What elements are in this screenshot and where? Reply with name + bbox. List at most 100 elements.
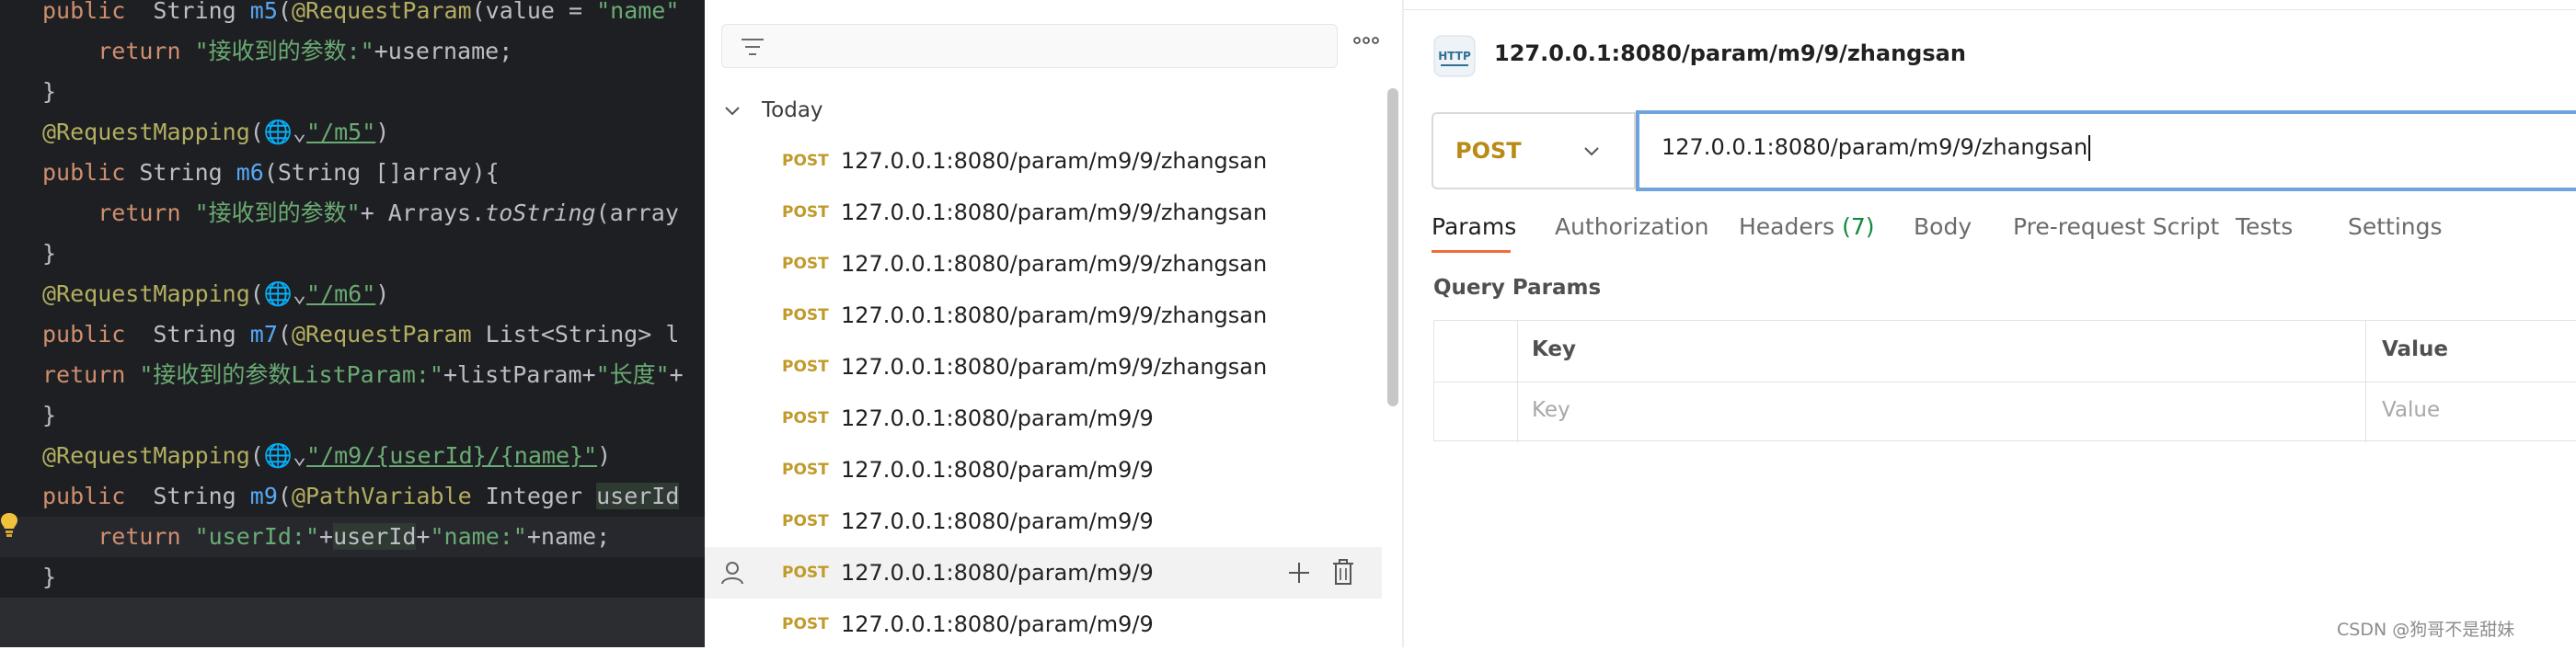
code-line[interactable]: return "userId:"+userId+"name:"+name; <box>0 517 705 557</box>
history-item-url: 127.0.0.1:8080/param/m9/9 <box>841 560 1154 586</box>
code-line[interactable]: return "接收到的参数"+ Arrays.toString(array <box>0 193 705 234</box>
code-line[interactable]: @RequestMapping(🌐⌄"/m6") <box>0 274 705 314</box>
code-token: (String []array){ <box>263 159 500 186</box>
history-item-method: POST <box>782 152 829 170</box>
more-options-icon[interactable] <box>1352 35 1380 46</box>
history-item[interactable]: POST 127.0.0.1:8080/param/m9/9/zhangsan <box>705 187 1382 238</box>
code-token: ( <box>277 0 292 24</box>
tab-body[interactable]: Body <box>1914 213 1972 240</box>
code-token: "name" <box>596 0 680 24</box>
tab-label: Headers <box>1739 213 1835 240</box>
code-token: } <box>42 402 57 428</box>
code-token: ( <box>249 280 264 307</box>
code-token: String <box>153 483 250 509</box>
history-item-url: 127.0.0.1:8080/param/m9/9/zhangsan <box>841 251 1268 277</box>
tab-label: Tests <box>2236 213 2294 240</box>
trash-icon[interactable] <box>1330 558 1356 586</box>
tab-label: Body <box>1914 213 1972 240</box>
history-item[interactable]: POST 127.0.0.1:8080/param/m9/9 <box>705 444 1382 496</box>
add-icon[interactable] <box>1286 560 1312 586</box>
code-line[interactable]: @RequestMapping(🌐⌄"/m9/{userId}/{name}") <box>0 436 705 476</box>
tab-authorization[interactable]: Authorization <box>1555 213 1708 240</box>
code-line[interactable]: } <box>0 72 705 112</box>
history-item[interactable]: POST 127.0.0.1:8080/param/m9/9/zhangsan <box>705 341 1382 393</box>
history-item[interactable]: POST 127.0.0.1:8080/param/m9/9 <box>705 393 1382 444</box>
method-value: POST <box>1455 138 1522 164</box>
lightbulb-icon[interactable] <box>0 511 18 539</box>
history-filter-input[interactable] <box>721 24 1338 68</box>
history-item[interactable]: POST 127.0.0.1:8080/param/m9/9 <box>705 547 1382 599</box>
request-panel: HTTP 127.0.0.1:8080/param/m9/9/zhangsan … <box>1404 0 2576 647</box>
code-line[interactable]: return "接收到的参数ListParam:"+listParam+"长度"… <box>0 355 705 395</box>
user-icon <box>721 562 743 585</box>
tab-count-badge: (7) <box>1842 213 1875 240</box>
request-title[interactable]: 127.0.0.1:8080/param/m9/9/zhangsan <box>1494 40 1966 66</box>
code-editor[interactable]: public String m5(@RequestParam(value = "… <box>0 0 705 647</box>
code-token: @PathVariable <box>291 483 486 509</box>
history-item[interactable]: POST 127.0.0.1:8080/param/m9/9/zhangsan <box>705 135 1382 187</box>
code-token: "接收到的参数ListParam:" <box>139 361 443 388</box>
tab-settings[interactable]: Settings <box>2348 213 2443 240</box>
code-token: String <box>153 321 250 348</box>
globe-icon: 🌐⌄ <box>263 119 307 145</box>
history-item-method: POST <box>782 615 829 633</box>
history-item-url: 127.0.0.1:8080/param/m9/9 <box>841 611 1154 637</box>
tab-tests[interactable]: Tests <box>2236 213 2293 240</box>
code-token: String <box>139 159 236 186</box>
chevron-down-icon <box>1584 147 1599 156</box>
code-token: userId <box>596 483 680 509</box>
code-token: public <box>42 483 154 509</box>
code-token: ) <box>375 119 390 145</box>
history-item[interactable]: POST 127.0.0.1:8080/param/m9/9 <box>705 599 1382 650</box>
history-item[interactable]: POST 127.0.0.1:8080/param/m9/9/zhangsan <box>705 238 1382 290</box>
tab-label: Pre-request Script <box>2013 213 2220 240</box>
history-item[interactable]: POST 127.0.0.1:8080/param/m9/9/zhangsan <box>705 290 1382 341</box>
code-token: @RequestMapping <box>42 280 250 307</box>
http-icon-label: HTTP <box>1438 50 1471 63</box>
code-token: ( <box>277 321 292 348</box>
code-token: @RequestMapping <box>42 119 250 145</box>
code-token: m7 <box>249 321 278 348</box>
code-line[interactable]: } <box>0 557 705 598</box>
editor-bottom-bar <box>0 598 705 647</box>
code-line[interactable]: @RequestMapping(🌐⌄"/m5") <box>0 112 705 153</box>
code-token: "接收到的参数" <box>194 200 361 226</box>
method-select[interactable]: POST <box>1432 112 1636 189</box>
url-value: 127.0.0.1:8080/param/m9/9/zhangsan <box>1662 134 2088 160</box>
code-token: (value = <box>471 0 597 24</box>
url-input[interactable]: 127.0.0.1:8080/param/m9/9/zhangsan <box>1636 110 2576 191</box>
tab-headers[interactable]: Headers (7) <box>1739 213 1874 240</box>
code-token: "userId:" <box>194 523 320 550</box>
code-token: "接收到的参数:" <box>194 38 374 64</box>
history-item-method: POST <box>782 203 829 222</box>
code-token: Integer <box>485 483 597 509</box>
code-token: @RequestParam <box>291 0 472 24</box>
code-line[interactable]: } <box>0 234 705 274</box>
history-item-method: POST <box>782 306 829 325</box>
history-group-today[interactable]: Today <box>723 90 823 131</box>
code-line[interactable]: public String m7(@RequestParam List<Stri… <box>0 314 705 355</box>
code-token: + Arrays. <box>360 200 486 226</box>
history-group-label: Today <box>762 98 823 122</box>
history-scrollbar[interactable] <box>1387 88 1398 406</box>
tab-params[interactable]: Params <box>1432 213 1516 240</box>
history-item-method: POST <box>782 255 829 273</box>
code-token: public <box>42 321 154 348</box>
code-token: ) <box>375 280 390 307</box>
tab-pre-request-script[interactable]: Pre-request Script <box>2013 213 2219 240</box>
code-token: List<String> l <box>485 321 680 348</box>
code-line[interactable]: public String m5(@RequestParam(value = "… <box>0 0 705 31</box>
filter-icon[interactable] <box>741 36 765 58</box>
code-line[interactable]: return "接收到的参数:"+username; <box>0 31 705 72</box>
code-line[interactable]: } <box>0 395 705 436</box>
history-item[interactable]: POST 127.0.0.1:8080/param/m9/9 <box>705 496 1382 547</box>
code-line[interactable]: public String m6(String []array){ <box>0 153 705 193</box>
code-token: + <box>416 523 431 550</box>
key-input[interactable]: Key <box>1532 398 1570 422</box>
code-token: m9 <box>249 483 278 509</box>
tab-strip-divider <box>1404 9 2576 10</box>
text-caret <box>2088 135 2091 161</box>
value-input[interactable]: Value <box>2382 398 2440 422</box>
http-request-icon: HTTP <box>1433 35 1476 77</box>
code-line[interactable]: public String m9(@PathVariable Integer u… <box>0 476 705 517</box>
